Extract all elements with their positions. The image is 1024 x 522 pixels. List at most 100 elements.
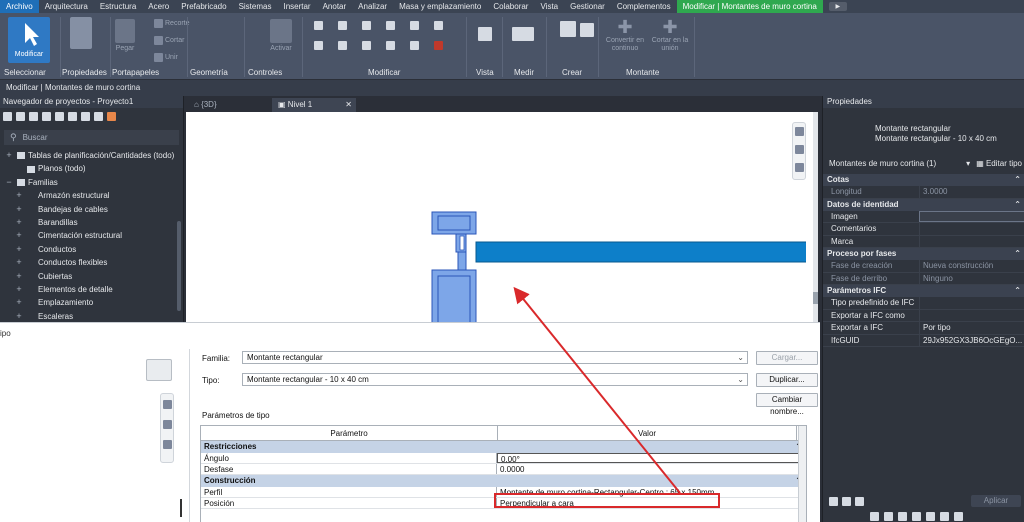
close-tab-icon[interactable]: ✕ xyxy=(345,98,352,112)
type-selector[interactable]: Montante rectangular Montante rectangula… xyxy=(823,110,1024,152)
create-group-icon[interactable] xyxy=(580,23,594,37)
property-section-header[interactable]: Cotas ⌃ xyxy=(823,174,1024,186)
filter-icon[interactable] xyxy=(29,111,38,121)
browser-tree-item[interactable]: + Conductos flexibles xyxy=(0,256,183,269)
expand-icon[interactable]: + xyxy=(14,203,24,216)
edit-type-button[interactable]: ▦ Editar tipo xyxy=(976,159,1022,168)
canvas-scroll-thumb[interactable] xyxy=(813,292,818,304)
video-icon[interactable]: ▶ xyxy=(828,2,847,11)
apply-button[interactable]: Aplicar xyxy=(971,495,1021,507)
create-icon[interactable] xyxy=(560,21,576,37)
property-value[interactable] xyxy=(919,210,1024,222)
properties-button[interactable] xyxy=(70,17,92,49)
join-button[interactable]: Unir xyxy=(154,53,178,62)
menu-item-2[interactable]: Estructura xyxy=(94,0,142,13)
worksets-icon[interactable] xyxy=(870,512,879,521)
familia-select[interactable]: Montante rectangular ⌄ xyxy=(242,351,748,364)
menu-item-0[interactable]: Archivo xyxy=(0,0,39,13)
measure-icon[interactable] xyxy=(512,27,534,41)
activate-button[interactable]: Activar xyxy=(270,19,292,52)
property-value[interactable] xyxy=(919,235,1024,247)
copy-view-icon[interactable] xyxy=(94,111,103,121)
expand-icon[interactable]: + xyxy=(14,189,24,202)
menu-item-1[interactable]: Arquitectura xyxy=(39,0,94,13)
mirror-icon[interactable] xyxy=(362,21,371,30)
select-links-icon[interactable] xyxy=(898,512,907,521)
move-icon[interactable] xyxy=(386,21,395,30)
sort-alpha-icon[interactable] xyxy=(842,496,851,506)
expand-icon[interactable]: + xyxy=(14,243,24,256)
expand-icon[interactable]: + xyxy=(14,256,24,269)
convert-continuous-button[interactable]: ✚ Convertir en continuo xyxy=(602,17,648,53)
browser-tree-item[interactable]: + Armazón estructural xyxy=(0,189,183,202)
browser-tree-item[interactable]: + Cimentación estructural xyxy=(0,229,183,242)
preview-navigation-bar[interactable] xyxy=(160,393,174,463)
property-value[interactable] xyxy=(919,309,1024,321)
instance-filter[interactable]: Montantes de muro cortina (1) ▾ ▦ Editar… xyxy=(823,156,1024,170)
collapse-section-icon[interactable]: ⌃ xyxy=(1014,285,1021,297)
array-icon[interactable] xyxy=(362,41,371,50)
chevron-down-icon[interactable]: ▾ xyxy=(966,159,970,168)
filter-selection-icon[interactable] xyxy=(954,512,963,521)
table-scrollbar[interactable] xyxy=(798,426,806,522)
browser-tree-item[interactable]: + Cubiertas xyxy=(0,270,183,283)
property-value[interactable] xyxy=(919,297,1024,309)
design-options-icon[interactable] xyxy=(884,512,893,521)
property-section-header[interactable]: Datos de identidad ⌃ xyxy=(823,198,1024,211)
zoom-fit-icon[interactable] xyxy=(795,163,804,172)
browser-tree-item[interactable]: + Bandejas de cables xyxy=(0,203,183,216)
zoom-region-icon[interactable] xyxy=(795,145,804,154)
menu-item-7[interactable]: Anotar xyxy=(317,0,353,13)
drag-elements-icon[interactable] xyxy=(940,512,949,521)
expand-icon[interactable]: + xyxy=(14,296,24,309)
menu-item-3[interactable]: Acero xyxy=(142,0,175,13)
select-underlay-icon[interactable] xyxy=(912,512,921,521)
drawing-canvas[interactable] xyxy=(186,112,818,331)
collapse-section-icon[interactable]: ⌃ xyxy=(1014,248,1021,260)
navigation-bar[interactable] xyxy=(792,122,806,180)
scale-icon[interactable] xyxy=(386,41,395,50)
collapse-section-icon[interactable]: ⌃ xyxy=(1014,199,1021,211)
sort-group-icon[interactable] xyxy=(855,496,864,506)
browser-tree-item[interactable]: + Elementos de detalle xyxy=(0,283,183,296)
expand-icon[interactable]: + xyxy=(14,229,24,242)
collapse-icon[interactable]: − xyxy=(4,176,14,189)
browser-scrollbar[interactable] xyxy=(177,221,181,311)
link-icon[interactable] xyxy=(107,111,116,121)
parameter-section-header[interactable]: Construcción⌃ xyxy=(201,475,806,487)
cope-button[interactable]: Recorte xyxy=(154,19,190,28)
property-value[interactable]: Por tipo xyxy=(919,322,1024,334)
property-section-header[interactable]: Parámetros IFC ⌃ xyxy=(823,285,1024,297)
menu-item-10[interactable]: Colaborar xyxy=(487,0,534,13)
menu-item-13[interactable]: Complementos xyxy=(611,0,677,13)
property-value[interactable] xyxy=(919,223,1024,235)
home-icon[interactable] xyxy=(3,111,12,121)
browser-tree-item[interactable]: + Emplazamiento xyxy=(0,296,183,309)
tab-3d[interactable]: ⌂ {3D} xyxy=(188,98,272,112)
menu-item-11[interactable]: Vista xyxy=(534,0,564,13)
cut-button[interactable]: Cortar xyxy=(154,36,184,45)
canvas-scrollbar[interactable] xyxy=(813,112,818,326)
cut-at-join-button[interactable]: ✚ Cortar en la unión xyxy=(648,17,692,53)
parameter-value[interactable]: 0.00° xyxy=(497,453,806,464)
menu-item-12[interactable]: Gestionar xyxy=(564,0,611,13)
parameter-value[interactable]: 0.0000 xyxy=(497,464,806,474)
browser-tree-item[interactable]: Planos (todo) xyxy=(0,162,183,175)
paste-button[interactable]: Pegar xyxy=(115,19,135,52)
offset-icon[interactable] xyxy=(338,21,347,30)
steering-wheel-icon[interactable] xyxy=(795,127,804,136)
menu-item-14[interactable]: Modificar | Montantes de muro cortina xyxy=(676,0,823,13)
browser-tree-item[interactable]: − Familias xyxy=(0,176,183,189)
splitter-handle[interactable] xyxy=(180,499,182,517)
column-header-parametro[interactable]: Parámetro xyxy=(201,426,499,441)
view-cube-icon[interactable] xyxy=(146,359,172,381)
duplicate-button[interactable]: Duplicar... xyxy=(756,373,818,387)
expand-icon[interactable]: + xyxy=(4,149,14,162)
property-value[interactable]: 29Jx952GX3JB6OcGEgO... xyxy=(919,334,1024,346)
preview-zoom-icon[interactable] xyxy=(163,420,172,429)
property-section-header[interactable]: Proceso por fases ⌃ xyxy=(823,248,1024,260)
select-pinned-icon[interactable] xyxy=(926,512,935,521)
zoom-icon[interactable] xyxy=(16,111,25,121)
browser-tree-item[interactable]: + Barandillas xyxy=(0,216,183,229)
tab-nivel-1[interactable]: ▣ Nivel 1 ✕ xyxy=(272,98,356,112)
